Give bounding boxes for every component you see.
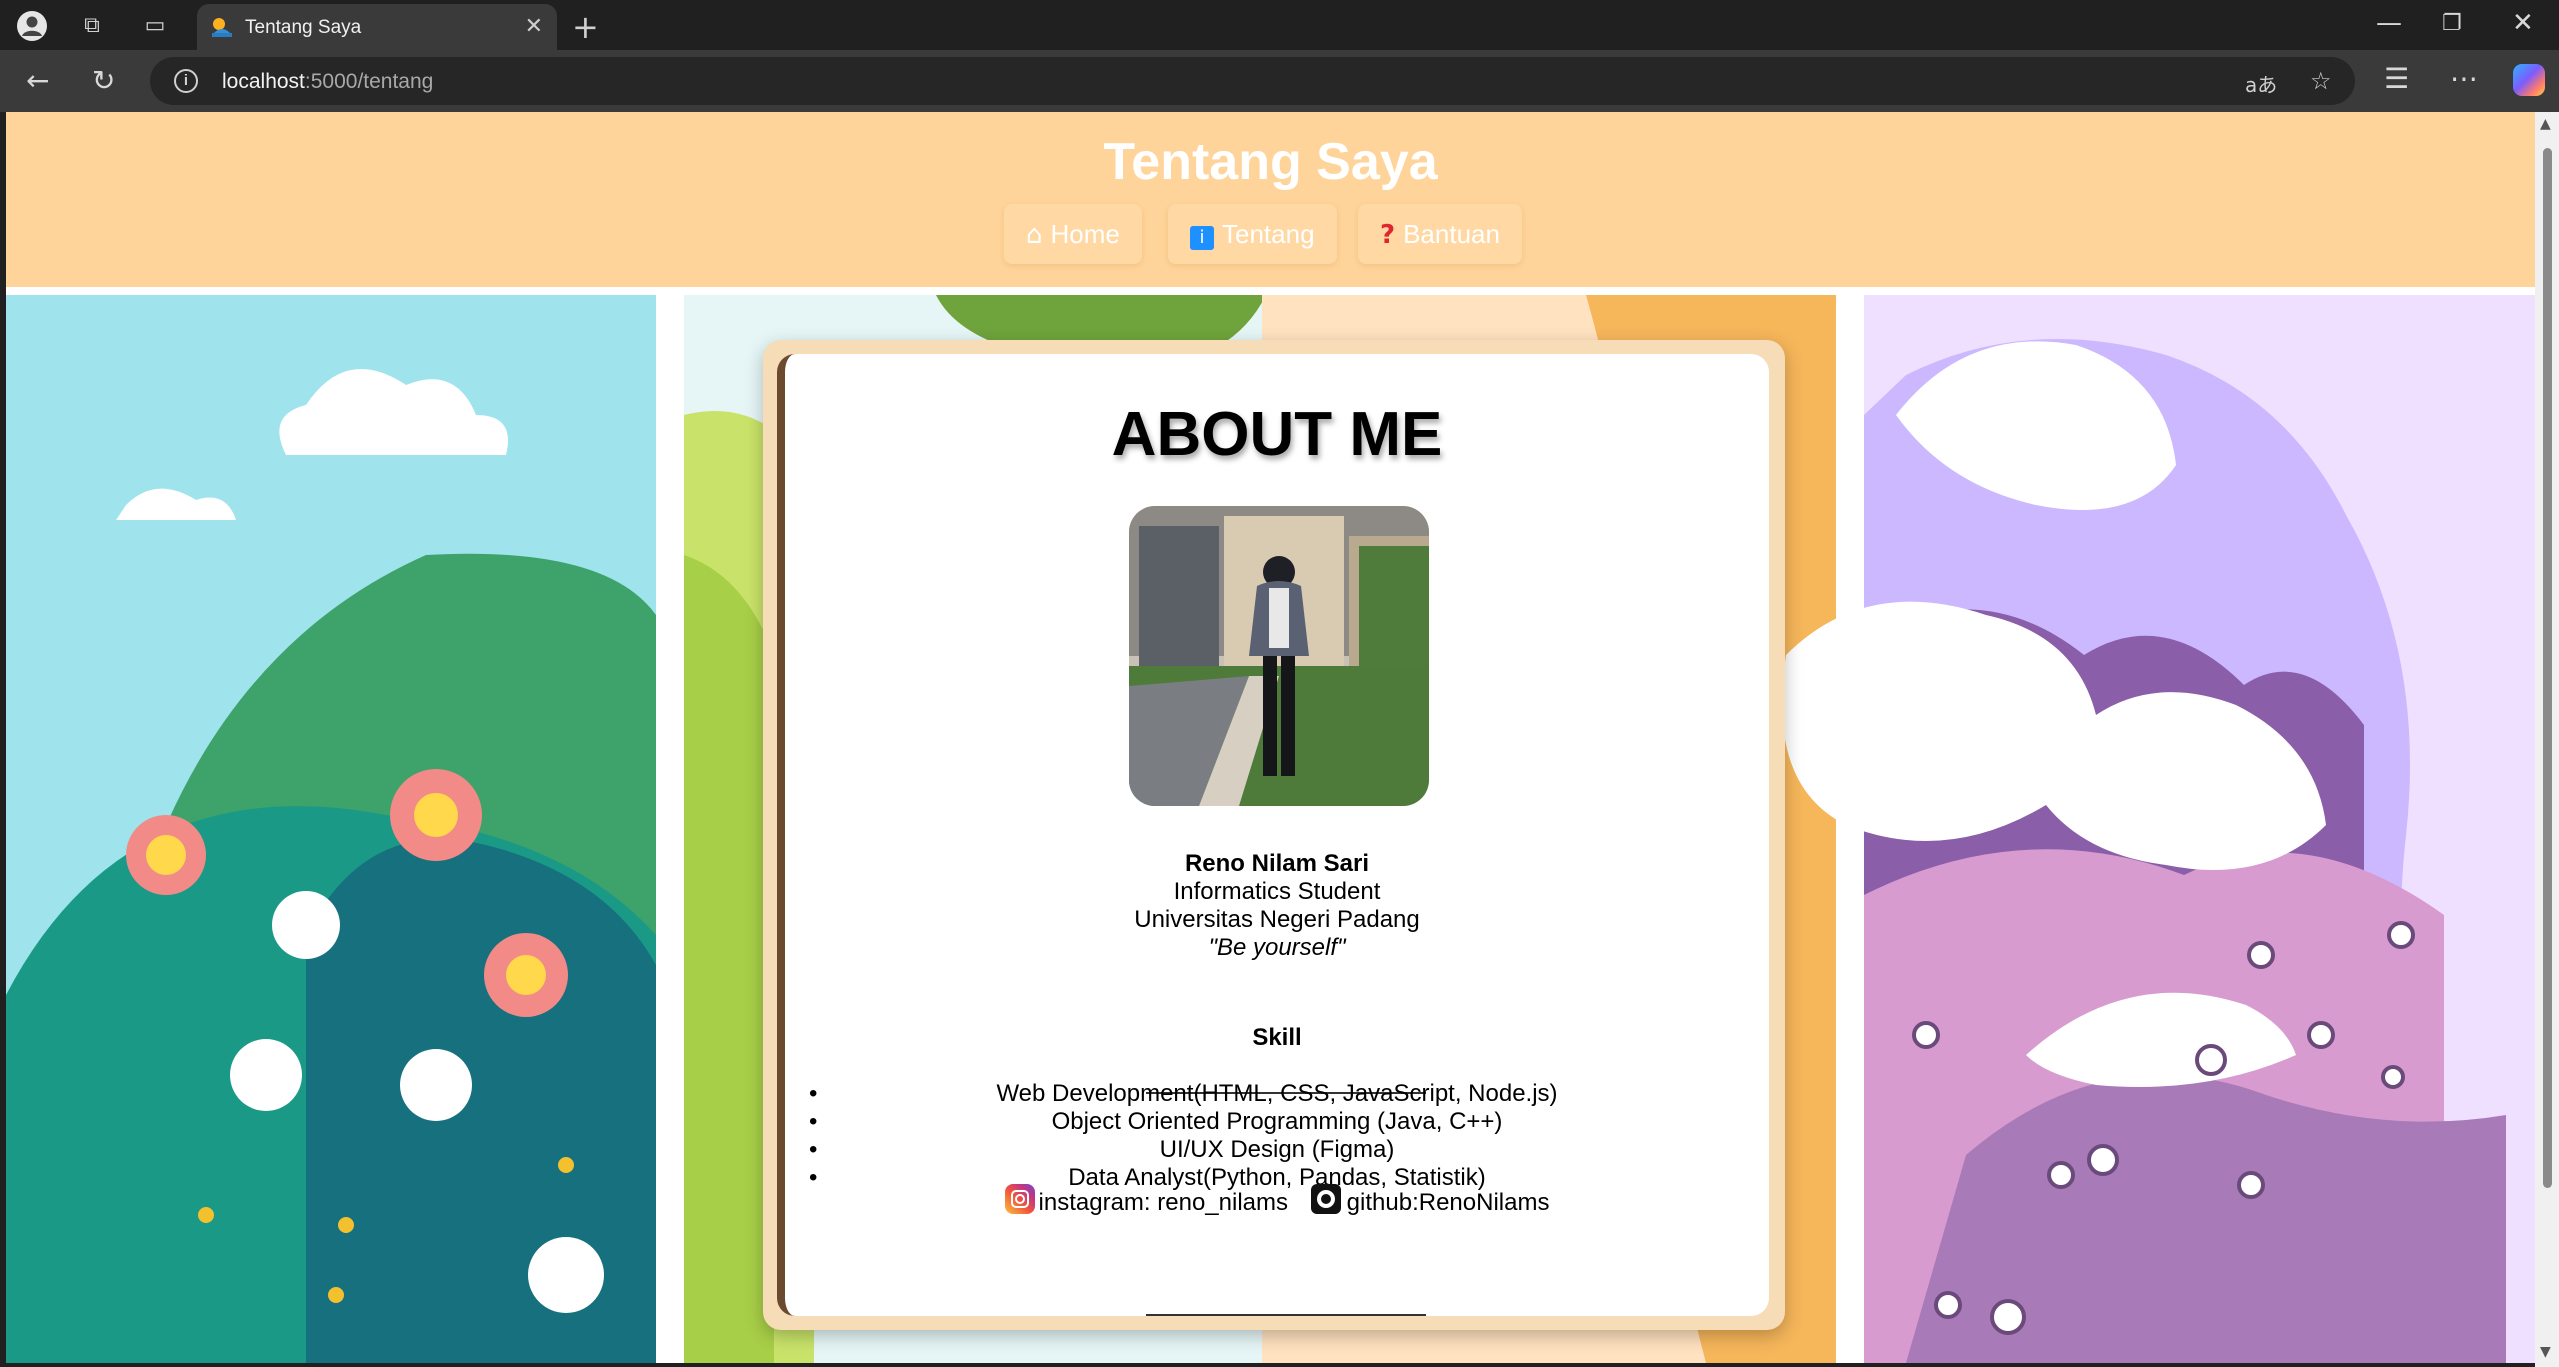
new-tab-icon[interactable]: +	[572, 8, 599, 46]
profile-name: Reno Nilam Sari	[1184, 850, 1370, 877]
scroll-up-icon[interactable]: ▲	[2540, 116, 2551, 132]
profile-photo	[1129, 506, 1429, 806]
spring-panel	[6, 295, 684, 1363]
github-icon	[1310, 1184, 1341, 1214]
profile-icon[interactable]	[16, 10, 48, 42]
profile-info: Reno Nilam Sari Informatics Student Univ…	[785, 850, 1769, 962]
tab-close-icon[interactable]: ✕	[525, 14, 543, 39]
page-viewport: Tentang Saya ⌂Home i Tentang ?Bantuan	[6, 112, 2535, 1363]
winter-panel	[1782, 295, 2535, 1363]
tab-favicon-icon	[212, 18, 232, 37]
url-path: :5000/tentang	[304, 70, 434, 93]
tab-title: Tentang Saya	[245, 17, 362, 38]
favorites-icon[interactable]: ☰	[2384, 62, 2409, 95]
url-text[interactable]: localhost:5000/tentang	[222, 70, 433, 94]
translate-icon[interactable]: aあ	[2245, 69, 2277, 98]
social-links: instagram: reno_nilams github:RenoNilams	[785, 1184, 1769, 1217]
vertical-tabs-icon[interactable]: ▭	[139, 10, 171, 42]
instagram-link[interactable]: instagram: reno_nilams	[1004, 1184, 1288, 1217]
scroll-down-icon[interactable]: ▼	[2540, 1344, 2551, 1360]
skill-item: Object Oriented Programming (Java, C++)	[785, 1108, 1769, 1136]
minimize-icon[interactable]: —	[2376, 8, 2402, 38]
more-menu-icon[interactable]: ⋯	[2450, 62, 2478, 95]
browser-tab-active[interactable]: Tentang Saya ✕	[197, 4, 557, 50]
github-label: github:RenoNilams	[1346, 1189, 1550, 1216]
address-bar[interactable]: i localhost:5000/tentang aあ ☆	[150, 57, 2355, 105]
instagram-icon	[1004, 1184, 1035, 1214]
question-icon: ?	[1380, 220, 1396, 250]
workspaces-icon[interactable]: ⧉	[76, 10, 108, 42]
page-title: Tentang Saya	[1103, 133, 1438, 191]
nav-tentang-button[interactable]: i Tentang	[1168, 204, 1337, 264]
home-icon: ⌂	[1026, 220, 1043, 250]
nav-home-label: Home	[1050, 219, 1120, 249]
nav-home-button[interactable]: ⌂ Home	[1004, 204, 1142, 264]
favorite-star-icon[interactable]: ☆	[2310, 67, 2332, 95]
profile-role: Informatics Student	[1173, 878, 1381, 905]
copilot-icon[interactable]	[2513, 64, 2545, 96]
nav-bantuan-label: Bantuan	[1403, 219, 1500, 249]
restore-icon[interactable]: ❐	[2442, 11, 2462, 36]
skill-title: Skill	[1252, 1024, 1302, 1051]
close-window-icon[interactable]: ✕	[2512, 8, 2534, 38]
profile-quote: "Be yourself"	[1208, 934, 1346, 961]
reload-icon[interactable]: ↻	[92, 64, 115, 97]
page-scrollbar[interactable]: ▲ ▼	[2535, 112, 2559, 1367]
divider	[1146, 1314, 1426, 1316]
skill-item: UI/UX Design (Figma)	[785, 1136, 1769, 1164]
about-heading: ABOUT ME	[1111, 400, 1443, 469]
info-icon: i	[1190, 226, 1214, 250]
skill-item: Web Development(HTML, CSS, JavaScript, N…	[785, 1080, 1769, 1108]
page-header: Tentang Saya ⌂ Home i Tentang ? Bantuan	[6, 112, 2535, 287]
site-info-icon[interactable]: i	[174, 69, 198, 93]
instagram-label: instagram: reno_nilams	[1038, 1189, 1288, 1216]
github-link[interactable]: github:RenoNilams	[1310, 1184, 1550, 1217]
skill-list: Web Development(HTML, CSS, JavaScript, N…	[785, 1080, 1769, 1192]
profile-university: Universitas Negeri Padang	[1134, 906, 1420, 933]
browser-toolbar: ← ↻ i localhost:5000/tentang aあ ☆ ☰ ⋯	[0, 50, 2559, 112]
back-icon[interactable]: ←	[26, 64, 49, 97]
about-card: ABOUT ME Reno Nilam Sari Informatics Stu…	[777, 354, 1769, 1316]
browser-tab-bar: ⧉ ▭ Tentang Saya ✕ + — ❐ ✕	[0, 0, 2559, 50]
url-host: localhost	[222, 70, 305, 93]
nav-bantuan-button[interactable]: ? Bantuan	[1358, 204, 1522, 264]
nav-tentang-label: Tentang	[1222, 219, 1315, 249]
scroll-thumb[interactable]	[2543, 148, 2552, 1188]
